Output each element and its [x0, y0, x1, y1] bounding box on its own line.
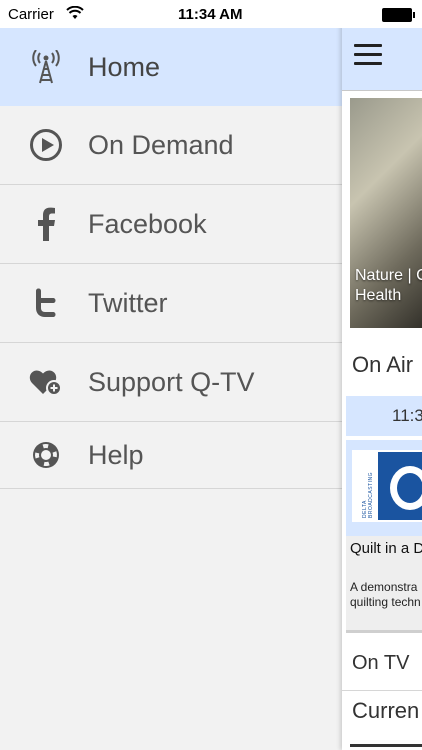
time-slot: 11:3	[392, 406, 422, 425]
heart-plus-icon	[28, 364, 64, 400]
hero-caption-line: Health	[355, 287, 402, 304]
on-air-heading: On Air	[352, 352, 414, 377]
description-line: quilting techn	[350, 595, 421, 609]
menu-item-facebook[interactable]: Facebook	[0, 185, 342, 264]
hero-image[interactable]: Nature | C Health	[350, 98, 422, 328]
program-card[interactable]: DELTA BROADCASTING Quilt in a D A demons…	[346, 440, 422, 633]
on-tv-heading: On TV	[352, 652, 410, 674]
wifi-icon	[66, 5, 84, 25]
q-logo-icon	[378, 452, 422, 520]
menu-item-label: Support Q-TV	[88, 366, 255, 397]
menu-item-label: Help	[88, 439, 144, 470]
hero-caption: Nature | C Health	[355, 266, 422, 306]
battery-icon	[382, 8, 415, 22]
logo-text: DELTA BROADCASTING	[362, 471, 374, 518]
side-menu: Home On Demand Facebook Twitter Support …	[0, 28, 342, 750]
hero-caption-line: Nature | C	[355, 267, 422, 284]
menu-item-label: Twitter	[88, 287, 168, 318]
q-tv-logo: DELTA BROADCASTING	[352, 450, 422, 522]
program-description: A demonstra quilting techn	[350, 580, 421, 610]
status-time: 11:34 AM	[178, 6, 243, 23]
program-logo-area: DELTA BROADCASTING	[346, 440, 422, 536]
time-slot-bar: 11:3	[346, 396, 422, 436]
menu-item-label: Home	[88, 51, 161, 82]
menu-item-home[interactable]: Home	[0, 28, 342, 106]
menu-item-on-demand[interactable]: On Demand	[0, 106, 342, 185]
program-title: Quilt in a D	[350, 540, 422, 557]
menu-item-twitter[interactable]: Twitter	[0, 264, 342, 343]
antenna-icon	[28, 49, 64, 85]
current-heading: Curren	[352, 698, 420, 723]
lifebuoy-icon	[28, 437, 64, 473]
menu-item-support[interactable]: Support Q-TV	[0, 343, 342, 422]
divider	[350, 744, 422, 747]
carrier-label: Carrier	[8, 6, 54, 23]
play-circle-icon	[28, 127, 64, 163]
hamburger-menu-icon[interactable]	[354, 44, 382, 66]
status-bar: Carrier 11:34 AM	[0, 0, 422, 28]
divider	[342, 690, 422, 691]
main-panel[interactable]: Nature | C Health On Air 11:3 DELTA BROA…	[342, 0, 422, 750]
menu-item-label: Facebook	[88, 208, 207, 239]
facebook-icon	[28, 206, 64, 242]
twitter-icon	[28, 285, 64, 321]
menu-item-help[interactable]: Help	[0, 422, 342, 489]
description-line: A demonstra	[350, 580, 418, 594]
menu-item-label: On Demand	[88, 129, 234, 160]
